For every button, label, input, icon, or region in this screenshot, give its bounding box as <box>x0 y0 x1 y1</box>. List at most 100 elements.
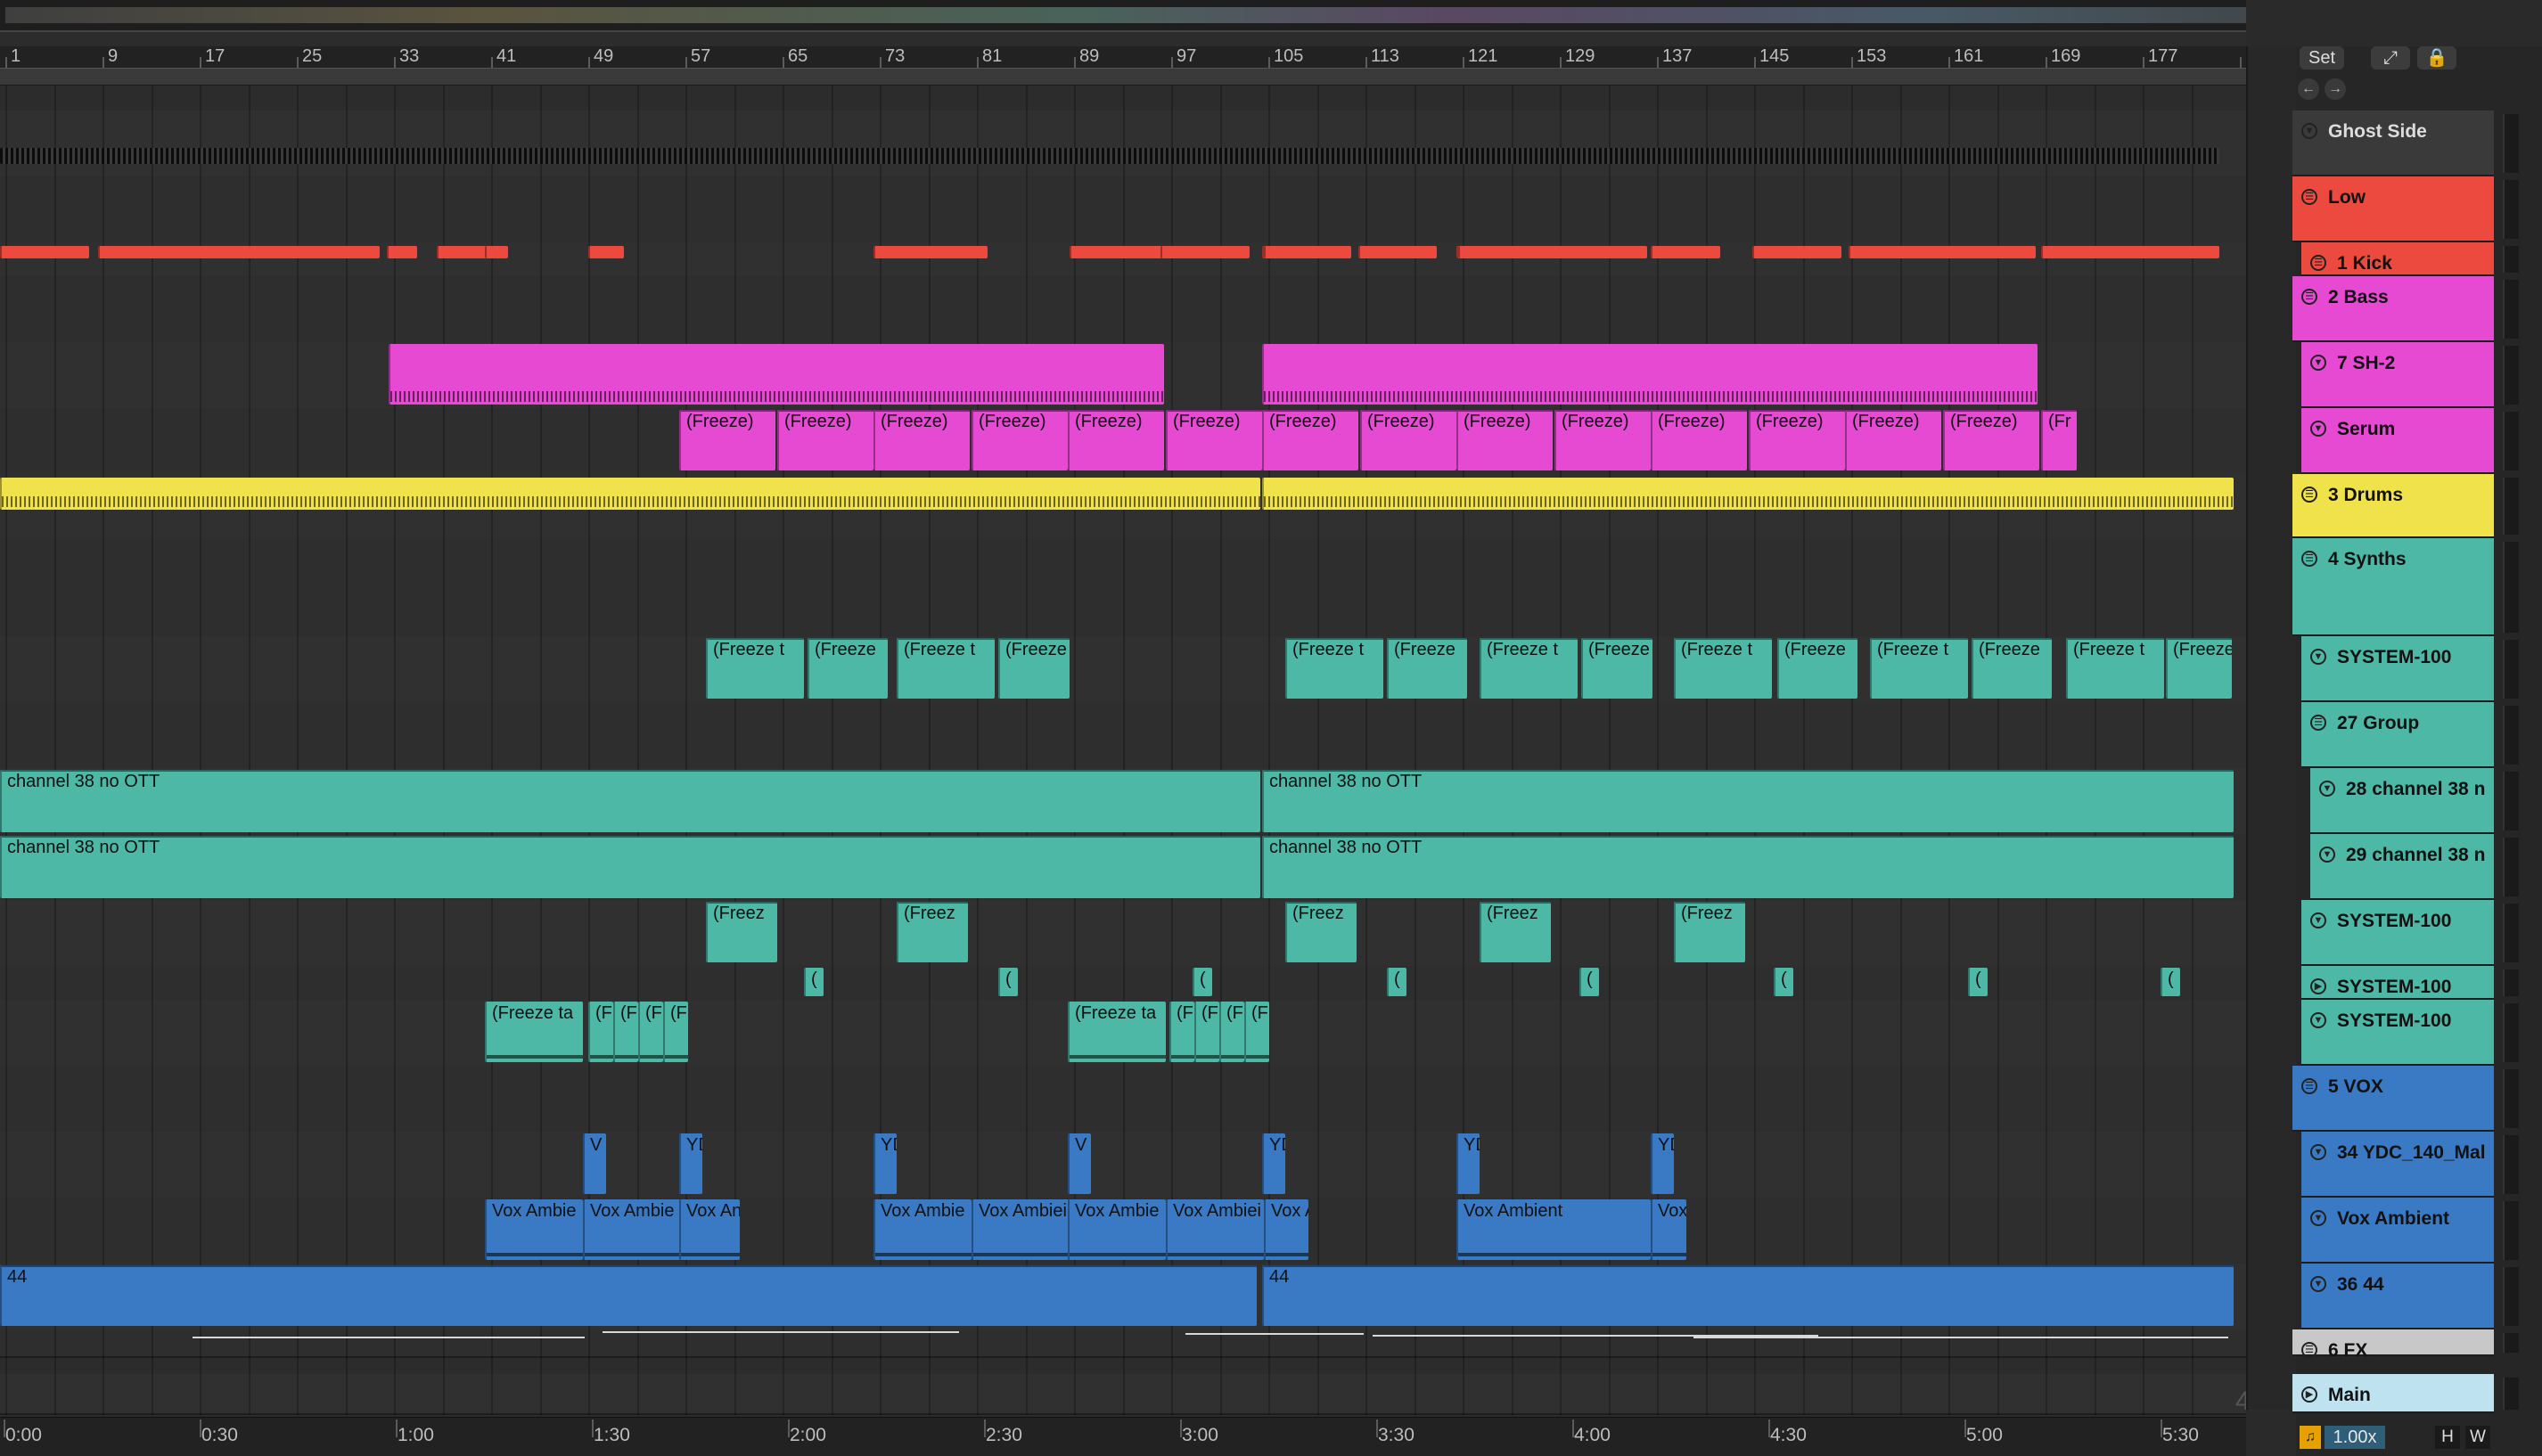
clip[interactable]: channel 38 no OTT <box>0 836 1260 898</box>
track-header[interactable]: ☰ 3 Drums <box>2292 474 2494 538</box>
group-fold-icon[interactable]: ☰ <box>2301 289 2317 305</box>
device-fold-icon[interactable]: ▼ <box>2310 1276 2326 1292</box>
clip[interactable] <box>1458 246 1592 258</box>
clip[interactable] <box>1264 246 1283 258</box>
clip[interactable]: (F <box>613 1002 638 1062</box>
clip[interactable]: ( <box>1387 968 1406 996</box>
clip[interactable] <box>1160 246 1250 258</box>
clip[interactable]: (Freeze <box>1777 638 1857 699</box>
clip[interactable]: Vox A <box>1264 1199 1308 1260</box>
h-button[interactable]: H <box>2435 1426 2460 1449</box>
tempo-follower-icon[interactable]: ♫ <box>2300 1426 2321 1449</box>
clip[interactable]: ( <box>1579 968 1599 996</box>
clip[interactable]: ( <box>1193 968 1212 996</box>
clip[interactable]: Vox <box>1651 1199 1686 1260</box>
clip[interactable] <box>1262 478 2234 510</box>
track-header[interactable]: ☰ 6 FX <box>2292 1329 2494 1361</box>
clip[interactable]: (Freeze <box>1387 638 1467 699</box>
group-fold-icon[interactable]: ☰ <box>2301 1078 2317 1094</box>
clip[interactable]: ( <box>998 968 1018 996</box>
clip[interactable] <box>1651 246 1686 258</box>
clip[interactable]: Vox An <box>679 1199 740 1260</box>
clip[interactable] <box>485 246 506 258</box>
clip[interactable]: YD <box>873 1133 897 1194</box>
track-header[interactable]: ▼ SYSTEM-100 <box>2301 900 2494 966</box>
clip[interactable]: (Freez <box>897 902 968 962</box>
track-header[interactable]: ▼ Ghost Side <box>2292 110 2494 176</box>
group-fold-icon[interactable]: ☰ <box>2310 715 2326 731</box>
clip[interactable]: (Freeze) <box>777 410 873 470</box>
track-header[interactable]: ▼ SYSTEM-100 <box>2301 636 2494 702</box>
clip[interactable] <box>1849 246 2036 258</box>
clip[interactable]: 44 <box>1262 1265 2234 1326</box>
clip[interactable]: ( <box>1968 968 1988 996</box>
clip[interactable]: (Freeze <box>998 638 1070 699</box>
clip[interactable]: (Freeze) <box>1360 410 1456 470</box>
clip[interactable]: ( <box>804 968 824 996</box>
clip[interactable]: YD <box>679 1133 702 1194</box>
device-fold-icon[interactable]: ▼ <box>2310 1210 2326 1226</box>
clip[interactable]: YD <box>1262 1133 1285 1194</box>
device-fold-icon[interactable]: ▶ <box>2310 978 2326 994</box>
clip[interactable]: (Freeze t <box>1480 638 1578 699</box>
group-fold-icon[interactable]: ☰ <box>2301 487 2317 503</box>
group-fold-icon[interactable]: ☰ <box>2301 1342 2317 1358</box>
track-header[interactable]: ▼ 36 44 <box>2301 1264 2494 1329</box>
tempo-display[interactable]: 1.00x <box>2325 1426 2385 1449</box>
clip[interactable]: (Freeze) <box>1651 410 1747 470</box>
track-header[interactable]: ▼ SYSTEM-100 <box>2301 1000 2494 1066</box>
clip[interactable]: (Freeze) <box>1166 410 1262 470</box>
clip[interactable]: Vox Ambiei <box>1166 1199 1264 1260</box>
track-header[interactable]: ▼ Serum <box>2301 408 2494 474</box>
clip[interactable] <box>588 246 624 258</box>
clip[interactable]: (F <box>663 1002 688 1062</box>
clip[interactable]: YD <box>1456 1133 1480 1194</box>
track-header[interactable]: ▼ 28 channel 38 n <box>2310 768 2494 834</box>
track-header[interactable]: ☰ 4 Synths <box>2292 538 2494 636</box>
clip[interactable]: (Freeze t <box>1674 638 1772 699</box>
clip[interactable]: Vox Ambient <box>1456 1199 1651 1260</box>
clip[interactable]: Vox Ambie <box>485 1199 583 1260</box>
forward-arrow-icon[interactable]: → <box>2325 78 2346 100</box>
clip[interactable]: (Freeze) <box>972 410 1068 470</box>
clip[interactable]: (Freeze) <box>1068 410 1164 470</box>
track-header[interactable]: ▼ 34 YDC_140_Mal <box>2301 1132 2494 1198</box>
clip[interactable]: channel 38 no OTT <box>1262 770 2234 832</box>
clip[interactable]: (Freez <box>706 902 777 962</box>
clip[interactable] <box>98 246 380 258</box>
group-fold-icon[interactable]: ☰ <box>2301 551 2317 567</box>
device-fold-icon[interactable]: ▼ <box>2310 912 2326 928</box>
clip[interactable]: (Freeze) <box>873 410 970 470</box>
clip[interactable] <box>387 246 417 258</box>
track-header[interactable]: ☰ 5 VOX <box>2292 1066 2494 1132</box>
track-header[interactable]: ☰ 27 Group <box>2301 702 2494 768</box>
clip[interactable]: (Freeze) <box>1943 410 2039 470</box>
clip[interactable]: (Freeze) <box>679 410 775 470</box>
follow-button[interactable]: ⤢ <box>2371 46 2410 70</box>
clip[interactable] <box>1070 246 1168 258</box>
track-header[interactable]: ☰ 2 Bass <box>2292 276 2494 342</box>
clip[interactable]: (Freeze t <box>1870 638 1968 699</box>
device-fold-icon[interactable]: ▶ <box>2301 1386 2317 1403</box>
clip[interactable]: (Freez <box>1674 902 1745 962</box>
clip[interactable]: V <box>1068 1133 1091 1194</box>
clip[interactable]: YD <box>1651 1133 1674 1194</box>
clip[interactable]: (Freeze) <box>1262 410 1358 470</box>
clip[interactable]: (F <box>588 1002 613 1062</box>
clip[interactable] <box>0 478 1260 510</box>
track-header[interactable]: ☰ 1 Kick <box>2301 242 2494 276</box>
clip[interactable]: (F <box>1244 1002 1269 1062</box>
clip[interactable]: (Freeze ta <box>485 1002 583 1062</box>
group-fold-icon[interactable]: ☰ <box>2301 189 2317 205</box>
clip[interactable]: (Freeze <box>1972 638 2052 699</box>
clip[interactable]: (Fr <box>2041 410 2077 470</box>
clip[interactable] <box>873 246 988 258</box>
arrangement-view[interactable]: 1 9 17 25 33 41 49 57 65 73 81 89 97 105 113 121 129 137 1… <box>0 0 2246 1456</box>
clip[interactable]: ( <box>2161 968 2180 996</box>
clip[interactable]: (Freeze t <box>2066 638 2164 699</box>
device-fold-icon[interactable]: ▼ <box>2319 847 2335 863</box>
clip[interactable]: channel 38 no OTT <box>0 770 1260 832</box>
clip[interactable]: (F <box>1219 1002 1244 1062</box>
clip[interactable]: channel 38 no OTT <box>1262 836 2234 898</box>
clip[interactable]: (Freez <box>1285 902 1357 962</box>
